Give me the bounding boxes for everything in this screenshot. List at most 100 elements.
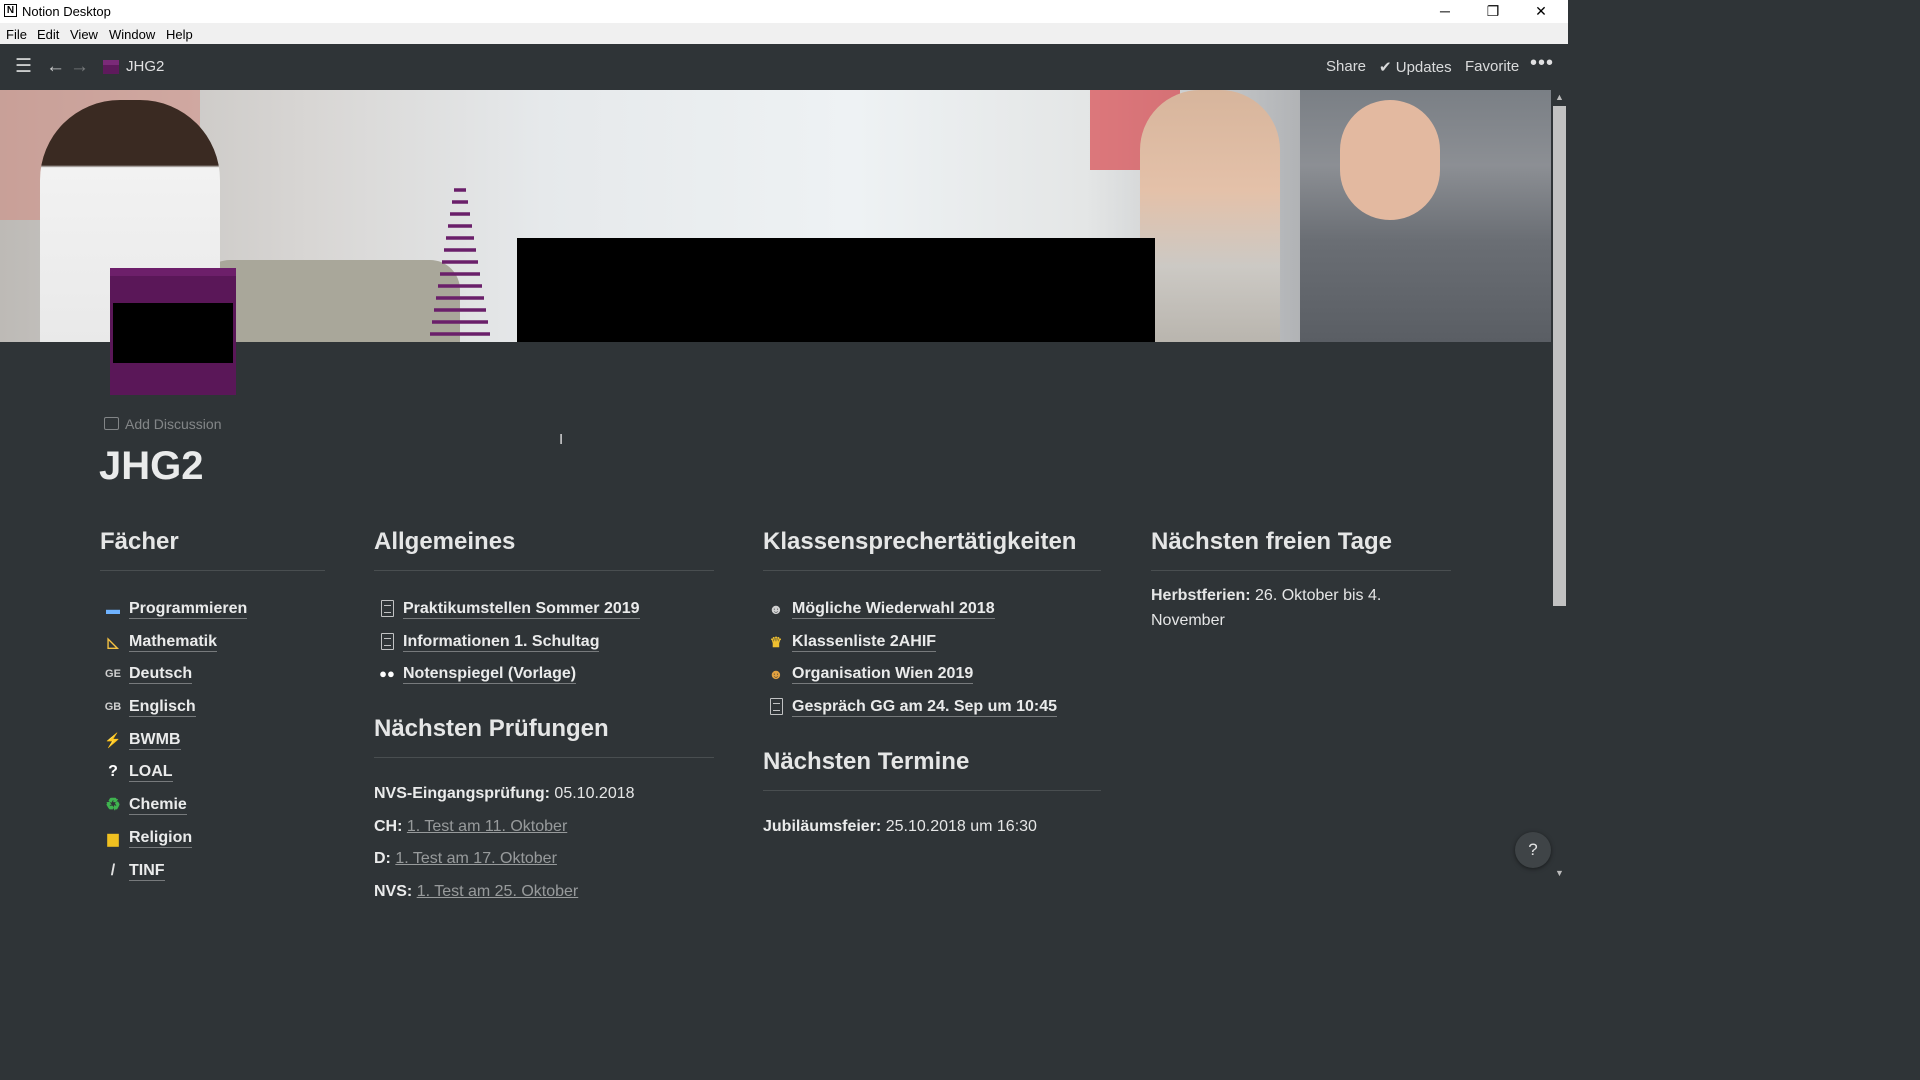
list-item[interactable]: Informationen 1. Schultag	[374, 626, 714, 659]
termine-heading: Nächsten Termine	[763, 748, 970, 775]
list-item[interactable]: ◺ Mathematik	[100, 626, 325, 659]
exam-line: NVS-Eingangsprüfung: 05.10.2018	[374, 778, 714, 811]
menu-help[interactable]: Help	[166, 27, 193, 42]
page-link[interactable]: Informationen 1. Schultag	[403, 632, 600, 652]
page-link[interactable]: Klassenliste 2AHIF	[792, 632, 937, 652]
share-button[interactable]: Share	[1326, 58, 1366, 75]
updates-button[interactable]: ✔ Updates	[1379, 58, 1452, 76]
menu-window[interactable]: Window	[109, 27, 155, 42]
cover-person-shape	[1340, 100, 1440, 220]
exam-label: CH:	[374, 817, 403, 835]
list-item[interactable]: ☻ Mögliche Wiederwahl 2018	[763, 593, 1101, 626]
allgemeines-heading: Allgemeines	[374, 528, 516, 555]
allgemeines-column: Allgemeines Praktikumstellen Sommer 2019…	[374, 525, 714, 691]
lightning-icon: ⚡	[104, 731, 122, 748]
page-title[interactable]: JHG2	[99, 444, 204, 489]
holiday-text: Herbstferien: 26. Oktober bis 4. Novembe…	[1151, 583, 1411, 633]
page-link[interactable]: Englisch	[129, 698, 196, 718]
sidebar-toggle-icon[interactable]: ☰	[15, 54, 32, 80]
document-icon	[377, 626, 397, 658]
page-link[interactable]: Organisation Wien 2019	[792, 665, 974, 685]
triangle-ruler-icon: ◺	[107, 633, 119, 650]
page-link[interactable]: BWMB	[129, 730, 181, 750]
exam-link[interactable]: 1. Test am 11. Oktober	[407, 818, 567, 835]
page-link[interactable]: Gespräch GG am 24. Sep um 10:45	[792, 698, 1058, 718]
exam-value: 05.10.2018	[549, 785, 635, 802]
klassensprecher-list: ☻ Mögliche Wiederwahl 2018 ♛ Klassenliste …	[763, 593, 1101, 724]
maximize-button[interactable]: ❐	[1470, 0, 1516, 23]
page-link[interactable]: Mathematik	[129, 632, 218, 652]
page-link[interactable]: Notenspiegel (Vorlage)	[403, 665, 577, 685]
exam-link[interactable]: 1. Test am 25. Oktober	[417, 883, 579, 900]
list-item[interactable]: ☻ Organisation Wien 2019	[763, 658, 1101, 691]
cover-person-shape	[1140, 90, 1280, 342]
page-link[interactable]: Chemie	[129, 796, 187, 816]
page-icon[interactable]	[110, 268, 236, 395]
faecher-heading: Fächer	[100, 528, 179, 555]
add-discussion-button[interactable]: Add Discussion	[104, 416, 222, 432]
list-item[interactable]: ? LOAL	[100, 756, 325, 789]
close-button[interactable]: ✕	[1518, 0, 1564, 23]
list-item[interactable]: / TINF	[100, 855, 325, 888]
menu-file[interactable]: File	[6, 27, 27, 42]
redacted-area	[517, 238, 1155, 342]
scrollbar-thumb[interactable]	[1553, 106, 1566, 606]
menu-view[interactable]: View	[70, 27, 98, 42]
back-arrow-icon[interactable]: ←	[46, 54, 65, 80]
list-item[interactable]: ♻ Chemie	[100, 789, 325, 822]
divider	[1151, 570, 1451, 571]
page-link[interactable]: Deutsch	[129, 665, 193, 685]
notion-logo-icon: N	[4, 4, 17, 17]
scroll-up-icon[interactable]: ▲	[1555, 92, 1564, 102]
gb-text-icon: GB	[104, 701, 122, 714]
laptop-icon: ▬	[106, 601, 120, 617]
forward-arrow-icon[interactable]: →	[70, 54, 89, 80]
exam-line: CH: 1. Test am 11. Oktober	[374, 811, 714, 844]
page-link[interactable]: Programmieren	[129, 600, 248, 619]
minimize-button[interactable]: ─	[1422, 0, 1468, 23]
list-item[interactable]: GB Englisch	[100, 691, 325, 724]
list-item[interactable]: Gespräch GG am 24. Sep um 10:45	[763, 691, 1101, 724]
redacted-area	[113, 303, 233, 363]
exam-label: NVS:	[374, 882, 413, 900]
notion-topbar: ☰ ← → JHG2 Share ✔ Updates Favorite •••	[0, 44, 1568, 90]
faecher-column: Fächer ▬ Programmieren ◺ Mathematik GE Deut…	[100, 525, 325, 887]
divider	[374, 570, 714, 571]
menu-edit[interactable]: Edit	[37, 27, 59, 42]
list-item[interactable]: ●● Notenspiegel (Vorlage)	[374, 658, 714, 691]
exam-link[interactable]: 1. Test am 17. Oktober	[395, 850, 557, 867]
event-label: Jubiläumsfeier:	[763, 818, 882, 835]
vertical-scrollbar[interactable]: ▲ ▼	[1551, 90, 1568, 882]
scroll-down-icon[interactable]: ▼	[1555, 868, 1564, 878]
updates-label: Updates	[1395, 59, 1452, 76]
exam-line: D: 1. Test am 17. Oktober	[374, 843, 714, 876]
divider	[763, 570, 1101, 571]
exam-label: D:	[374, 850, 391, 868]
ge-text-icon: GE	[105, 668, 121, 681]
list-item[interactable]: ♛ Klassenliste 2AHIF	[763, 626, 1101, 659]
page-link[interactable]: LOAL	[129, 763, 173, 783]
recycle-icon: ♻	[105, 795, 121, 815]
list-item[interactable]: ⚡ BWMB	[100, 724, 325, 757]
page-breadcrumb-icon[interactable]	[103, 60, 119, 74]
allgemeines-list: Praktikumstellen Sommer 2019 Information…	[374, 593, 714, 691]
list-item[interactable]: ▆ Religion	[100, 822, 325, 855]
cover-stripes-graphic	[430, 188, 490, 336]
favorite-button[interactable]: Favorite	[1465, 58, 1519, 75]
list-item[interactable]: Praktikumstellen Sommer 2019	[374, 593, 714, 626]
page-link[interactable]: Praktikumstellen Sommer 2019	[403, 600, 640, 619]
page-link[interactable]: TINF	[129, 861, 165, 881]
help-button[interactable]: ?	[1515, 832, 1551, 868]
breadcrumb-title[interactable]: JHG2	[126, 58, 164, 75]
list-item[interactable]: GE Deutsch	[100, 658, 325, 691]
pruefungen-section: Nächsten Prüfungen NVS-Eingangsprüfung: …	[374, 712, 714, 908]
trophy-icon: ♛	[769, 633, 783, 650]
document-icon	[377, 593, 397, 625]
page-link[interactable]: Mögliche Wiederwahl 2018	[792, 600, 995, 619]
question-icon: ?	[108, 763, 118, 781]
more-options-icon[interactable]: •••	[1530, 52, 1554, 75]
page-link[interactable]: Religion	[129, 828, 193, 848]
eyes-icon: ●●	[379, 666, 395, 682]
list-item[interactable]: ▬ Programmieren	[100, 593, 325, 626]
comment-icon	[104, 417, 119, 430]
